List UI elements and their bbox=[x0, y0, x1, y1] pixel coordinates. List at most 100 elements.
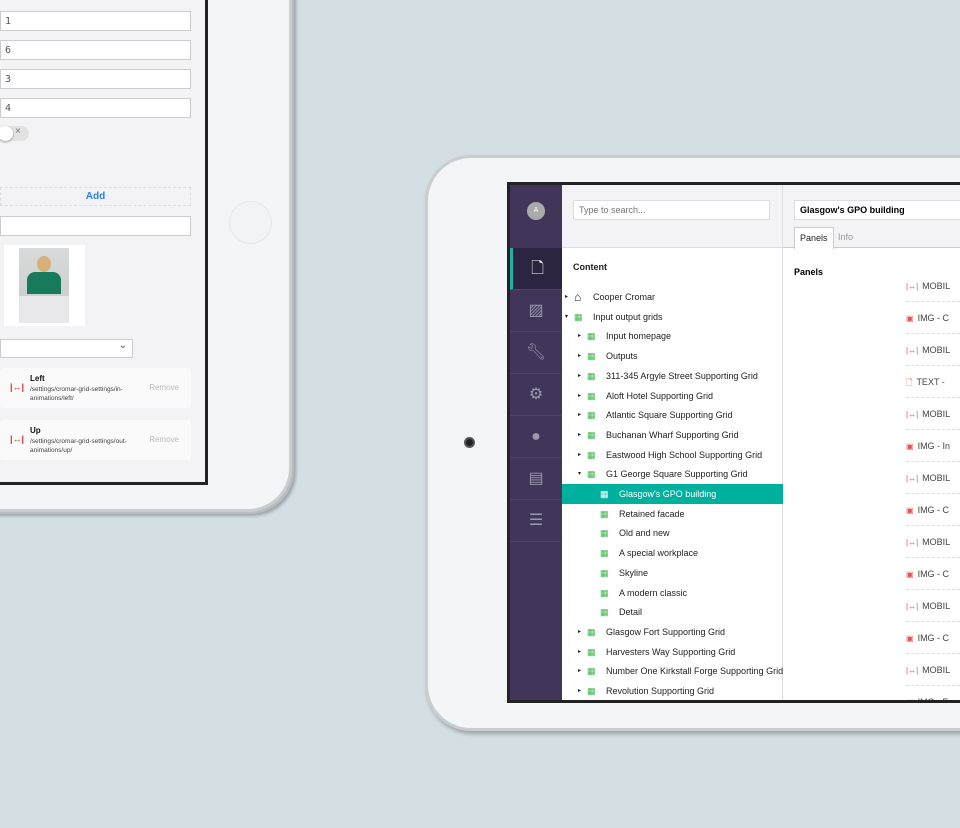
arrows-icon: |↔| bbox=[906, 538, 919, 547]
grid-icon: ▦ bbox=[587, 469, 596, 480]
add-button[interactable]: Add bbox=[0, 187, 191, 206]
gear-icon[interactable]: ⚙ bbox=[510, 374, 562, 416]
tree-item[interactable]: ▦ Retained facade bbox=[562, 504, 783, 524]
panel-item[interactable]: |↔| MOBIL bbox=[906, 590, 960, 622]
panel-label: MOBIL bbox=[922, 473, 951, 483]
arrows-icon: |↔| bbox=[906, 346, 919, 355]
panel-item[interactable]: ▣ IMG - C bbox=[906, 494, 960, 526]
tree-item-label: 311-345 Argyle Street Supporting Grid bbox=[606, 370, 758, 381]
tree-item[interactable]: ▸ ⌂ Cooper Cromar bbox=[562, 287, 783, 307]
panel-item[interactable]: ▣ IMG - In bbox=[906, 430, 960, 462]
panel-item[interactable]: 🗋 TEXT - bbox=[906, 366, 960, 398]
input-1[interactable] bbox=[0, 11, 191, 31]
tab-info[interactable]: Info bbox=[833, 227, 858, 249]
tree-item-label: Input output grids bbox=[593, 311, 663, 322]
tree-item[interactable]: ▦ A modern classic bbox=[562, 583, 783, 603]
tree-item[interactable]: ▸ ▦ Buchanan Wharf Supporting Grid bbox=[562, 425, 783, 445]
expand-arrow-icon[interactable]: ▸ bbox=[578, 445, 581, 465]
animation-path: /settings/cromar-grid-settings/in-animat… bbox=[30, 386, 123, 402]
expand-arrow-icon[interactable]: ▸ bbox=[578, 642, 581, 662]
panel-item[interactable]: ▣ IMG - F bbox=[906, 686, 960, 703]
tree-item-label: Detail bbox=[619, 607, 643, 618]
expand-arrow-icon[interactable]: ▸ bbox=[578, 346, 581, 366]
tree-item[interactable]: ▸ ▦ Atlantic Square Supporting Grid bbox=[562, 405, 783, 425]
animation-title: Left bbox=[30, 374, 45, 383]
expand-arrow-icon[interactable]: ▸ bbox=[578, 405, 581, 425]
panel-item[interactable]: |↔| MOBIL bbox=[906, 462, 960, 494]
panel-item[interactable]: |↔| MOBIL bbox=[906, 654, 960, 686]
tree-item[interactable]: ▸ ▦ Glasgow Fort Supporting Grid bbox=[562, 622, 783, 642]
photo-image bbox=[19, 248, 69, 323]
expand-arrow-icon[interactable]: ▸ bbox=[565, 287, 568, 307]
panel-label: IMG - F bbox=[917, 697, 949, 703]
search-input[interactable] bbox=[573, 200, 770, 220]
panel-item[interactable]: ▣ IMG - C bbox=[906, 622, 960, 654]
tree-item[interactable]: ▸ ▦ Number One Kirkstall Forge Supporting … bbox=[562, 661, 783, 681]
grid-icon: ▦ bbox=[587, 686, 596, 696]
tree-item[interactable]: ▦ Old and new bbox=[562, 523, 783, 543]
panel-item[interactable]: |↔| MOBIL bbox=[906, 270, 960, 302]
input-4[interactable] bbox=[0, 98, 191, 118]
tree-item[interactable]: ▾ ▦ G1 George Square Supporting Grid bbox=[562, 464, 783, 484]
tree-item-label: Outputs bbox=[606, 351, 638, 362]
animation-item-up: |↔| Up /settings/cromar-grid-settings/ou… bbox=[0, 420, 191, 460]
toggle-switch[interactable]: × bbox=[0, 126, 29, 141]
expand-arrow-icon[interactable]: ▸ bbox=[578, 366, 581, 386]
tree-item[interactable]: ▦ A special workplace bbox=[562, 543, 783, 563]
expand-arrow-icon[interactable]: ▾ bbox=[565, 307, 568, 327]
input-3[interactable] bbox=[0, 69, 191, 89]
panel-item[interactable]: |↔| MOBIL bbox=[906, 526, 960, 558]
node-name-input[interactable] bbox=[794, 200, 960, 220]
server-icon[interactable]: ☰ bbox=[510, 500, 562, 542]
toggle-knob bbox=[0, 126, 13, 141]
tree-item-label: Harvesters Way Supporting Grid bbox=[606, 646, 736, 657]
editor-panel: Panels Info Panels |↔|MOBIL▣IMG - C|↔|MO… bbox=[783, 185, 960, 700]
panel-label: TEXT - bbox=[916, 377, 945, 387]
animation-title: Up bbox=[30, 426, 41, 435]
tree-header bbox=[562, 185, 782, 248]
tree-item[interactable]: ▸ ▦ Harvesters Way Supporting Grid bbox=[562, 642, 783, 662]
avatar[interactable]: A bbox=[527, 202, 545, 220]
tree-item-label: Atlantic Square Supporting Grid bbox=[606, 410, 733, 421]
contact-card-icon[interactable]: ▤ bbox=[510, 458, 562, 500]
tab-panels[interactable]: Panels bbox=[794, 227, 834, 249]
dropdown-select[interactable]: ⌄ bbox=[0, 339, 133, 358]
text-input[interactable] bbox=[0, 216, 191, 236]
grid-icon: ▦ bbox=[600, 489, 609, 499]
user-icon[interactable]: ● bbox=[510, 416, 562, 458]
tree-item[interactable]: ▸ ▦ Input homepage bbox=[562, 326, 783, 346]
panel-label: MOBIL bbox=[922, 281, 951, 291]
panel-label: IMG - C bbox=[917, 633, 950, 643]
editor-header: Panels Info bbox=[783, 185, 960, 249]
grid-icon: ▦ bbox=[600, 508, 609, 519]
remove-button[interactable]: Remove bbox=[149, 435, 179, 444]
expand-arrow-icon[interactable]: ▸ bbox=[578, 386, 581, 406]
tree-item[interactable]: ▦ Skyline bbox=[562, 563, 783, 583]
tree-item[interactable]: ▾ ▦ Input output grids bbox=[562, 307, 783, 327]
tree-item[interactable]: ▸ ▦ Aloft Hotel Supporting Grid bbox=[562, 386, 783, 406]
tree-item[interactable]: ▸ ▦ 311-345 Argyle Street Supporting Grid bbox=[562, 366, 783, 386]
tree-item[interactable]: ▦ Detail bbox=[562, 602, 783, 622]
expand-arrow-icon[interactable]: ▸ bbox=[578, 326, 581, 346]
panel-item[interactable]: ▣ IMG - C bbox=[906, 558, 960, 590]
image-icon[interactable]: ▨ bbox=[510, 290, 562, 332]
expand-arrow-icon[interactable]: ▸ bbox=[578, 681, 581, 700]
tree-item[interactable]: ▦ Glasgow's GPO building bbox=[562, 484, 783, 504]
document-icon[interactable]: 🗋 bbox=[510, 248, 562, 290]
panel-item[interactable]: |↔| MOBIL bbox=[906, 334, 960, 366]
remove-button[interactable]: Remove bbox=[149, 383, 179, 392]
tree-item-label: Input homepage bbox=[606, 331, 672, 342]
tree-item[interactable]: ▸ ▦ Eastwood High School Supporting Grid bbox=[562, 445, 783, 465]
panel-item[interactable]: |↔| MOBIL bbox=[906, 398, 960, 430]
tree-item[interactable]: ▸ ▦ Revolution Supporting Grid bbox=[562, 681, 783, 700]
expand-arrow-icon[interactable]: ▸ bbox=[578, 661, 581, 681]
tree-item-label: Buchanan Wharf Supporting Grid bbox=[606, 429, 739, 440]
input-2[interactable] bbox=[0, 40, 191, 60]
tree-item[interactable]: ▸ ▦ Outputs bbox=[562, 346, 783, 366]
expand-arrow-icon[interactable]: ▸ bbox=[578, 425, 581, 445]
panel-item[interactable]: ▣ IMG - C bbox=[906, 302, 960, 334]
media-thumbnail[interactable] bbox=[4, 245, 85, 326]
expand-arrow-icon[interactable]: ▾ bbox=[578, 464, 581, 484]
expand-arrow-icon[interactable]: ▸ bbox=[578, 622, 581, 642]
wrench-icon[interactable]: 🔧︎ bbox=[510, 332, 562, 374]
